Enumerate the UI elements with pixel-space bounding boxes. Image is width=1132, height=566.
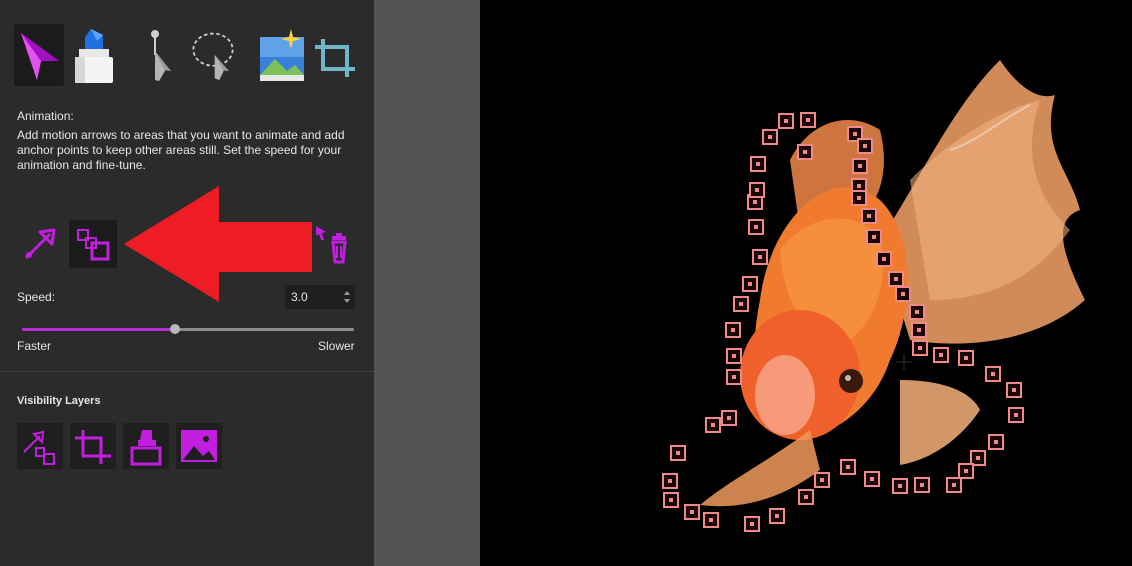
anchor-point-center xyxy=(952,483,956,487)
animation-description: Add motion arrows to areas that you want… xyxy=(17,128,345,172)
image-canvas[interactable] xyxy=(480,0,1132,566)
anchor-point-center xyxy=(806,118,810,122)
image-layer-icon xyxy=(181,430,217,462)
crop-tool-button[interactable] xyxy=(310,24,360,86)
faster-label: Faster xyxy=(17,339,52,353)
anchor-point-icon xyxy=(77,229,110,261)
lasso-select-tool-button[interactable] xyxy=(188,24,238,86)
pointer-tool-button[interactable] xyxy=(134,24,184,86)
erase-motion-button[interactable] xyxy=(314,224,356,266)
anchor-point-center xyxy=(676,451,680,455)
animation-layer-toggle[interactable] xyxy=(17,423,63,469)
anchor-point-center xyxy=(709,518,713,522)
spin-down-icon[interactable] xyxy=(344,299,350,303)
anchor-point-center xyxy=(1014,413,1018,417)
visibility-layers-heading: Visibility Layers xyxy=(17,395,101,407)
anchor-point-center xyxy=(784,119,788,123)
anchor-point-center xyxy=(994,440,998,444)
panel-gutter xyxy=(374,0,480,566)
anchor-point-center xyxy=(882,257,886,261)
anchor-point-center xyxy=(753,200,757,204)
anchor-point-center xyxy=(898,484,902,488)
anchor-point-center xyxy=(964,469,968,473)
crosshair-cursor xyxy=(896,354,912,370)
anchor-point-center xyxy=(711,423,715,427)
motion-arrow-icon xyxy=(24,228,56,260)
trash-icon xyxy=(316,226,347,264)
anchor-point-center xyxy=(727,416,731,420)
anchor-point-center xyxy=(915,310,919,314)
motion-arrow-tool-button[interactable] xyxy=(22,226,58,262)
anchor-point-center xyxy=(918,346,922,350)
slower-label: Slower xyxy=(318,339,355,353)
anchor-point-center xyxy=(1012,388,1016,392)
anchor-point-center xyxy=(775,514,779,518)
anchor-point-center xyxy=(964,356,968,360)
sky-replacement-tool-icon xyxy=(260,29,304,81)
animation-settings-panel: Animation: Add motion arrows to areas th… xyxy=(0,0,374,566)
anchor-point-center xyxy=(853,132,857,136)
speed-slider[interactable] xyxy=(22,324,354,334)
anchor-point-center xyxy=(976,456,980,460)
anchor-point-center xyxy=(668,479,672,483)
spin-up-icon[interactable] xyxy=(344,291,350,295)
anchor-point-center xyxy=(846,465,850,469)
anchor-point-center xyxy=(991,372,995,376)
anchor-point-center xyxy=(857,196,861,200)
anchor-point-center xyxy=(858,164,862,168)
speed-slider-fill xyxy=(22,328,175,331)
mask-brush-tool-button[interactable] xyxy=(68,24,118,86)
mask-layer-icon xyxy=(130,430,162,466)
animation-tool-icon xyxy=(21,33,59,80)
sky-replacement-tool-button[interactable] xyxy=(256,24,306,86)
speed-label: Speed: xyxy=(17,290,56,304)
anchor-point-center xyxy=(731,328,735,332)
crop-tool-icon xyxy=(315,39,355,77)
anchor-point-center xyxy=(748,282,752,286)
anchor-point-tool-button[interactable] xyxy=(69,220,117,268)
anchor-point-center xyxy=(732,354,736,358)
anchor-point-center xyxy=(872,235,876,239)
anchor-point-center xyxy=(758,255,762,259)
crop-layer-toggle[interactable] xyxy=(70,423,116,469)
anchor-point-center xyxy=(756,162,760,166)
anchor-point-center xyxy=(804,495,808,499)
anchor-point-center xyxy=(917,328,921,332)
goldfish-photo xyxy=(662,60,1085,532)
anchor-point-center xyxy=(920,483,924,487)
anchor-point-center xyxy=(857,184,861,188)
anchor-point-center xyxy=(803,150,807,154)
anchor-point-center xyxy=(750,522,754,526)
anchor-point-center xyxy=(768,135,772,139)
mask-brush-tool-icon xyxy=(75,29,113,83)
anchor-point-center xyxy=(820,478,824,482)
crop-layer-icon xyxy=(75,430,111,464)
anchor-point-center xyxy=(669,498,673,502)
animation-tool-button[interactable] xyxy=(14,24,64,86)
anchor-point-center xyxy=(870,477,874,481)
animation-layer-icon xyxy=(23,430,55,465)
image-layer-toggle[interactable] xyxy=(176,423,222,469)
anchor-point-center xyxy=(867,214,871,218)
anchor-point-center xyxy=(939,353,943,357)
anchor-point-center xyxy=(739,302,743,306)
anchor-point-center xyxy=(863,144,867,148)
pointer-tool-icon xyxy=(151,30,171,81)
anchor-point-center xyxy=(755,188,759,192)
mask-layer-toggle[interactable] xyxy=(123,423,169,469)
lasso-select-tool-icon xyxy=(192,32,234,80)
anchor-point-center xyxy=(901,292,905,296)
speed-slider-thumb[interactable] xyxy=(169,324,180,334)
panel-divider xyxy=(0,371,374,372)
anchor-point-center xyxy=(754,225,758,229)
anchor-point-center xyxy=(690,510,694,514)
speed-spinbox[interactable]: 3.0 xyxy=(285,285,355,309)
animation-heading: Animation: xyxy=(17,109,74,123)
anchor-point-center xyxy=(894,277,898,281)
anchor-point-center xyxy=(732,375,736,379)
speed-value: 3.0 xyxy=(291,290,308,304)
